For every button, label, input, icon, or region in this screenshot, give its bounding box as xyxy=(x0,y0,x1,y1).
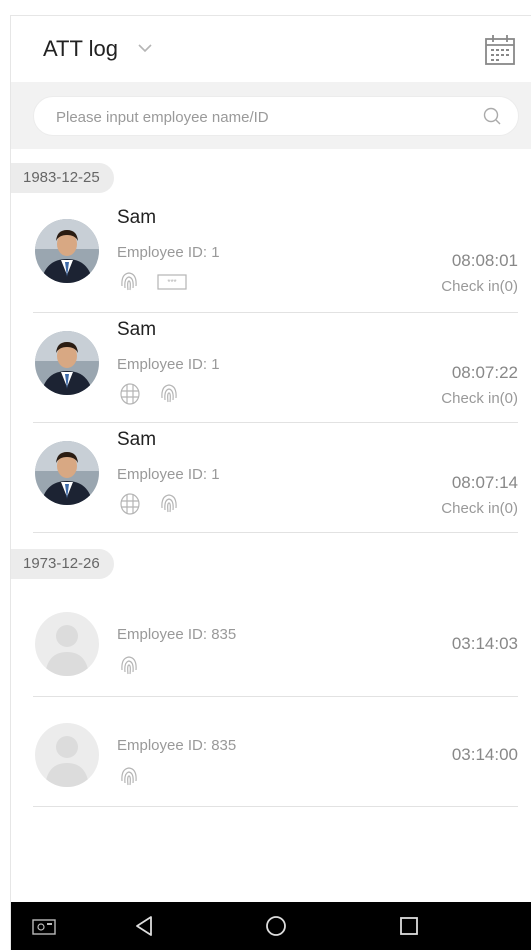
divider xyxy=(33,806,518,807)
verify-methods xyxy=(119,492,193,518)
chevron-down-icon[interactable] xyxy=(137,40,153,56)
record-time: 03:14:03 xyxy=(451,634,518,653)
record-time: 08:08:01 xyxy=(451,251,518,270)
list-item[interactable]: Employee ID: 835 03:14:03 xyxy=(11,596,531,696)
home-icon[interactable] xyxy=(263,913,289,939)
recents-icon[interactable] xyxy=(396,913,422,939)
face-icon xyxy=(120,493,140,515)
employee-id: Employee ID: 1 xyxy=(117,466,220,483)
record-status: Check in(0) xyxy=(441,390,518,407)
fingerprint-icon xyxy=(121,656,137,675)
search-input[interactable] xyxy=(54,97,458,137)
verify-methods xyxy=(119,382,193,408)
employee-name: Sam xyxy=(117,207,157,228)
avatar xyxy=(35,219,99,283)
search-box[interactable] xyxy=(33,96,519,137)
face-icon xyxy=(120,383,140,405)
app-frame: ATT log 1983-12-25 xyxy=(10,15,531,950)
avatar xyxy=(35,331,99,395)
fingerprint-icon xyxy=(161,494,178,513)
verify-methods: *** xyxy=(119,270,201,296)
fingerprint-icon xyxy=(121,767,137,786)
employee-id: Employee ID: 1 xyxy=(117,356,220,373)
fingerprint-icon xyxy=(161,384,178,403)
avatar xyxy=(35,612,99,676)
list-item[interactable]: Sam Employee ID: 1 *** 08:08:01 Check in… xyxy=(11,201,531,311)
record-time: 08:07:22 xyxy=(451,363,518,382)
record-time: 08:07:14 xyxy=(451,473,518,492)
back-icon[interactable] xyxy=(131,913,157,939)
list-item[interactable]: Employee ID: 835 03:14:00 xyxy=(11,697,531,807)
list-item[interactable]: Sam Employee ID: 1 08:07:22 Check in(0) xyxy=(11,313,531,423)
search-icon[interactable] xyxy=(482,106,502,126)
date-header: 1973-12-26 xyxy=(11,549,114,579)
employee-name: Sam xyxy=(117,319,157,340)
avatar xyxy=(35,441,99,505)
employee-id: Employee ID: 835 xyxy=(117,737,237,754)
avatar xyxy=(35,723,99,787)
employee-id: Employee ID: 835 xyxy=(117,626,237,643)
password-icon: *** xyxy=(157,274,188,290)
verify-methods xyxy=(119,654,153,680)
fingerprint-icon xyxy=(121,272,137,291)
header: ATT log xyxy=(11,16,531,82)
employee-name: Sam xyxy=(117,429,157,450)
page-title[interactable]: ATT log xyxy=(43,36,118,62)
list-item[interactable]: Sam Employee ID: 1 08:07:14 Check in(0) xyxy=(11,423,531,533)
record-status: Check in(0) xyxy=(441,278,518,295)
date-header: 1983-12-25 xyxy=(11,163,114,193)
screenshot-icon[interactable] xyxy=(31,913,57,939)
record-status: Check in(0) xyxy=(441,500,518,517)
record-time: 03:14:00 xyxy=(451,745,518,764)
search-bar xyxy=(11,82,531,149)
employee-id: Employee ID: 1 xyxy=(117,244,220,261)
svg-text:***: *** xyxy=(168,278,177,287)
divider xyxy=(33,532,518,533)
system-nav-bar xyxy=(11,902,531,950)
calendar-icon[interactable] xyxy=(483,33,517,67)
verify-methods xyxy=(119,765,153,791)
